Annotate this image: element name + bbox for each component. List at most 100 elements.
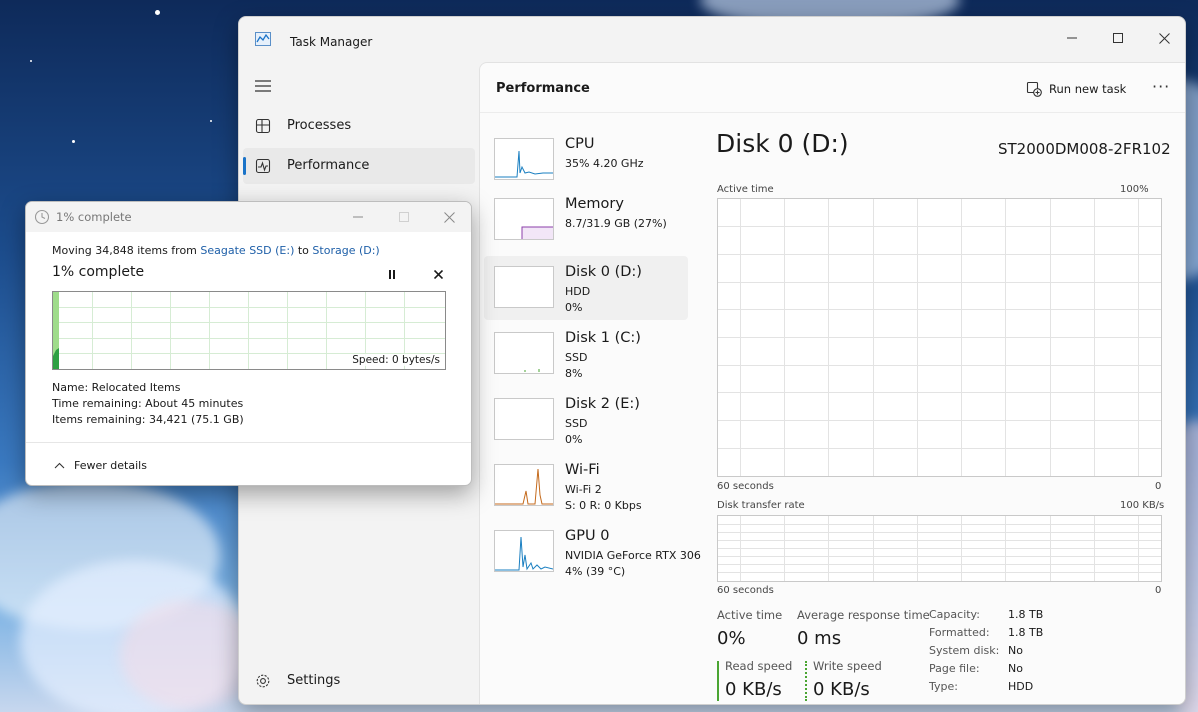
nav-item-processes[interactable]: Processes [243,108,475,144]
device-item-memory[interactable]: Memory 8.7/31.9 GB (27%) [484,188,688,252]
system-disk-value: No [1008,644,1023,657]
minimize-icon [1067,37,1077,39]
write-speed-value: 0 KB/s [813,679,870,700]
avg-response-stat-label: Average response time [797,608,930,622]
cancel-operation-button[interactable] [430,266,446,282]
dialog-title-bar[interactable]: 1% complete [26,202,471,232]
time-remaining-value: About 45 minutes [145,397,244,410]
transfer-speed-graph: Speed: 0 bytes/s [52,291,446,370]
transfer-rate-graph-label: Disk transfer rate [717,500,805,511]
time-remaining-label: Time remaining: [52,397,142,410]
source-link[interactable]: Seagate SSD (E:) [200,244,294,257]
clock-icon [34,209,50,225]
dialog-minimize-button[interactable] [336,206,380,228]
disk0-thumbnail-graph [494,266,554,308]
read-speed-value: 0 KB/s [725,679,782,700]
device-item-disk-2[interactable]: Disk 2 (E:) SSD 0% [484,388,688,452]
name-row: Name: Relocated Items [52,381,181,394]
write-speed-indicator [805,661,807,701]
formatted-label: Formatted: [929,626,990,639]
active-time-stat-value: 0% [717,628,746,649]
active-time-stat-label: Active time [717,608,783,622]
device-usage: 0% [565,301,583,314]
hamburger-menu-icon[interactable] [253,77,273,95]
cpu-thumbnail-graph [494,138,554,180]
device-item-disk-0[interactable]: Disk 0 (D:) HDD 0% [484,256,688,320]
minimize-icon [353,216,363,218]
device-type: SSD [565,351,588,364]
capacity-label: Capacity: [929,608,980,621]
device-item-cpu[interactable]: CPU 35% 4.20 GHz [484,128,688,192]
disk-model: ST2000DM008-2FR102 [998,140,1171,158]
device-name: CPU [565,136,595,152]
active-time-graph [717,198,1162,477]
type-value: HDD [1008,680,1034,693]
run-new-task-label: Run new task [1049,82,1127,96]
dialog-close-button[interactable] [427,206,471,228]
divider [26,442,471,443]
nav-item-settings[interactable]: Settings [243,663,475,699]
speed-readout: Speed: 0 bytes/s [352,354,440,366]
device-name: Wi-Fi [565,462,600,478]
maximize-icon [1113,33,1123,43]
device-throughput: S: 0 R: 0 Kbps [565,499,642,512]
nav-item-performance[interactable]: Performance [243,148,475,184]
performance-icon [255,158,271,174]
read-speed-label: Read speed [725,659,793,673]
write-speed-label: Write speed [813,659,882,673]
close-button[interactable] [1141,23,1185,53]
page-file-label: Page file: [929,662,980,675]
title-bar[interactable]: Task Manager [239,17,1185,63]
minimize-button[interactable] [1049,23,1095,53]
disk-title: Disk 0 (D:) [716,129,849,158]
active-time-graph-label: Active time [717,184,774,195]
nav-item-label: Performance [287,158,370,173]
active-time-graph-timespan: 60 seconds [717,481,774,492]
fewer-details-button[interactable]: Fewer details [54,457,147,473]
destination-link[interactable]: Storage (D:) [312,244,379,257]
performance-page: Performance Run new task ··· CPU 35% 4.2… [479,62,1185,704]
transfer-rate-graph-min: 0 [1155,585,1162,596]
transfer-rate-graph-max: 100 KB/s [1120,500,1165,511]
chevron-up-icon [54,462,65,468]
device-subtitle: Wi-Fi 2 [565,483,602,496]
device-item-disk-1[interactable]: Disk 1 (C:) SSD 8% [484,322,688,386]
pause-button[interactable] [384,266,400,282]
fewer-details-label: Fewer details [74,458,147,472]
window-title: Task Manager [290,35,373,49]
device-subtitle: 35% 4.20 GHz [565,157,644,170]
formatted-value: 1.8 TB [1008,626,1044,639]
transfer-rate-graph [717,515,1162,582]
device-item-wifi[interactable]: Wi-Fi Wi-Fi 2 S: 0 R: 0 Kbps [484,454,688,518]
active-time-graph-min: 0 [1155,481,1162,492]
task-manager-app-icon [255,32,271,46]
page-title: Performance [496,81,590,96]
device-usage: 8% [565,367,583,380]
nav-item-label: Processes [287,118,352,133]
close-icon [433,269,443,279]
dialog-maximize-button [382,206,426,228]
page-header: Performance Run new task ··· [480,63,1185,113]
device-name: Memory [565,196,624,212]
run-new-task-button[interactable]: Run new task [1026,79,1126,99]
device-type: HDD [565,285,591,298]
dialog-title: 1% complete [56,210,132,224]
gear-icon [256,674,270,688]
transfer-rate-graph-timespan: 60 seconds [717,585,774,596]
capacity-value: 1.8 TB [1008,608,1044,621]
more-options-button[interactable]: ··· [1152,77,1170,96]
device-item-gpu-0[interactable]: GPU 0 NVIDIA GeForce RTX 306 4% (39 °C) [484,520,701,584]
read-speed-indicator [717,661,719,701]
type-label: Type: [929,680,958,693]
system-disk-label: System disk: [929,644,1000,657]
run-task-icon [1026,81,1042,97]
page-file-value: No [1008,662,1023,675]
device-type: SSD [565,417,588,430]
close-icon [443,211,455,223]
maximize-button[interactable] [1095,23,1141,53]
wifi-thumbnail-graph [494,464,554,506]
time-remaining-row: Time remaining: About 45 minutes [52,397,243,410]
operation-description: Moving 34,848 items from Seagate SSD (E:… [52,244,380,257]
selected-nav-indicator [243,157,246,175]
avg-response-stat-value: 0 ms [797,628,842,649]
